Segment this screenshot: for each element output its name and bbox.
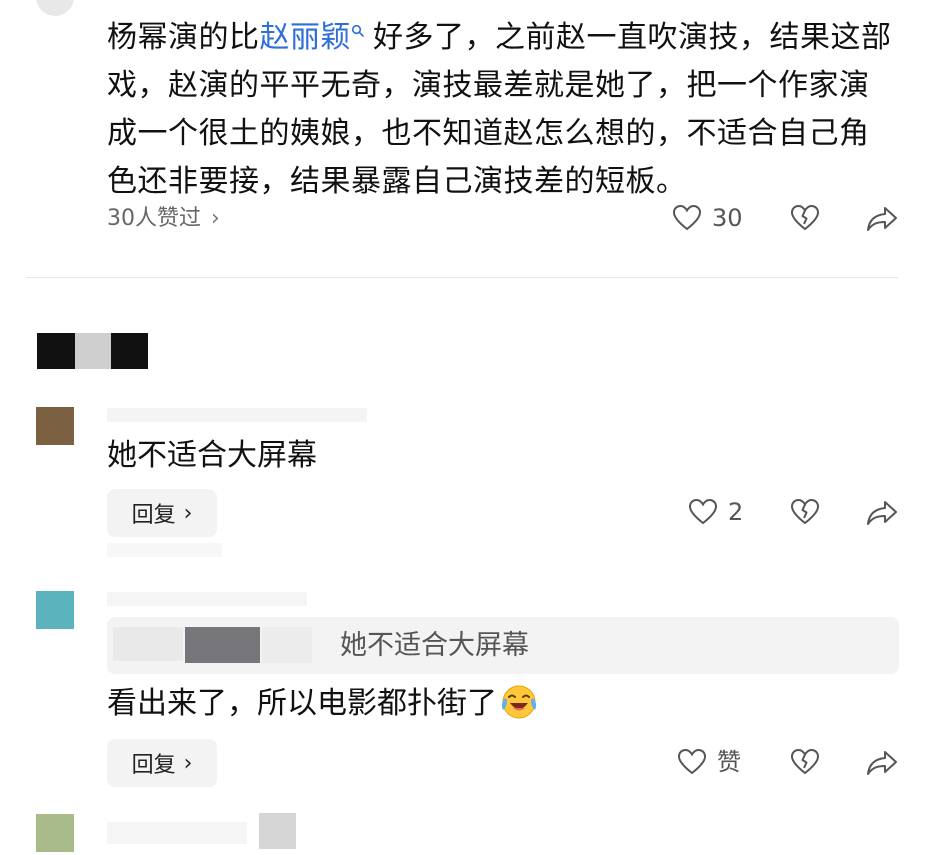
chevron-right-icon: ›: [183, 750, 193, 776]
likes-link-label: 30人赞过: [107, 206, 201, 231]
divider: [26, 277, 898, 278]
heart-icon: [677, 748, 707, 775]
reply-button-label: 回复: [131, 753, 176, 778]
like-count: 30: [712, 204, 743, 232]
avatar[interactable]: [36, 591, 74, 629]
chevron-right-icon: ›: [183, 500, 193, 526]
like-label: 赞: [717, 748, 741, 776]
broken-heart-icon: [790, 748, 820, 775]
censored-block: [37, 333, 75, 369]
like-button[interactable]: 30: [672, 203, 743, 233]
avatar[interactable]: [36, 407, 74, 445]
share-icon: [867, 501, 897, 525]
share-button[interactable]: [866, 498, 898, 528]
broken-heart-icon: [790, 498, 820, 525]
censored-block: [262, 627, 312, 663]
avatar[interactable]: [36, 0, 74, 16]
reply-button-label: 回复: [131, 503, 176, 528]
likes-link[interactable]: 30人赞过 ›: [107, 205, 220, 233]
censored-block: [259, 813, 296, 849]
chevron-right-icon: ›: [211, 206, 220, 231]
censored-username: [107, 408, 367, 422]
like-button[interactable]: 赞: [677, 747, 741, 777]
share-button[interactable]: [866, 748, 898, 778]
quoted-comment-text: 她不适合大屏幕: [340, 630, 529, 661]
share-icon: [867, 207, 897, 231]
reply-2-text-content: 看出来了，所以电影都扑街了: [107, 686, 497, 721]
like-count: 2: [728, 498, 744, 526]
censored-block: [185, 627, 260, 663]
heart-icon: [688, 498, 718, 525]
share-button[interactable]: [866, 204, 898, 234]
like-button[interactable]: 2: [688, 497, 743, 527]
reply-1-text: 她不适合大屏幕: [107, 438, 317, 473]
search-icon[interactable]: [351, 24, 365, 38]
share-icon: [867, 751, 897, 775]
dislike-button[interactable]: [790, 747, 820, 777]
comment-text-before: 杨幂演的比: [107, 20, 260, 55]
censored-block: [113, 627, 183, 661]
comment-main-text: 杨幂演的比赵丽颖 好多了，之前赵一直吹演技，结果这部戏，赵演的平平无奇，演技最差就…: [107, 14, 897, 206]
broken-heart-icon: [790, 204, 820, 231]
keyword-link[interactable]: 赵丽颖: [260, 20, 352, 55]
censored-block: [75, 333, 111, 369]
reply-button[interactable]: 回复 ›: [107, 489, 217, 537]
censored-block: [107, 543, 222, 557]
reply-2-text: 看出来了，所以电影都扑街了: [107, 684, 539, 725]
reply-button[interactable]: 回复 ›: [107, 739, 217, 787]
heart-icon: [672, 204, 702, 231]
laughing-crying-emoji: [501, 685, 537, 718]
censored-username: [107, 592, 307, 606]
avatar[interactable]: [36, 814, 74, 852]
dislike-button[interactable]: [790, 203, 820, 233]
dislike-button[interactable]: [790, 497, 820, 527]
censored-username: [107, 822, 247, 844]
censored-block: [111, 333, 148, 369]
